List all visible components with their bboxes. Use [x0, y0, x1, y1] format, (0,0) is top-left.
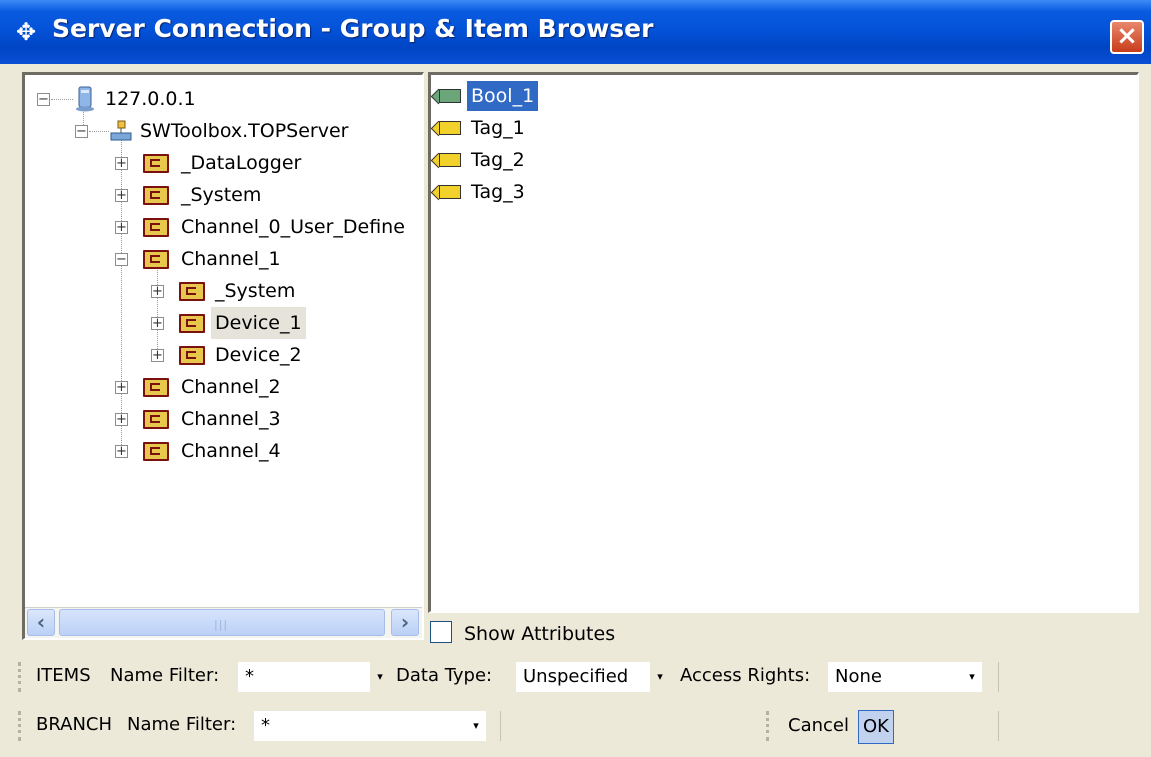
- toolbar-separator: [998, 711, 999, 741]
- expand-toggle[interactable]: +: [115, 221, 128, 234]
- tree-node-label: _System: [215, 280, 296, 302]
- expand-toggle[interactable]: +: [151, 349, 164, 362]
- collapse-toggle[interactable]: −: [115, 253, 128, 266]
- expand-toggle[interactable]: +: [115, 445, 128, 458]
- tag-icon: [431, 120, 463, 137]
- branch-tree: − 127.0.0.1 − SWToolbox.TOPServer + _Dat…: [25, 75, 422, 605]
- branch-name-filter-value: *: [261, 715, 270, 736]
- tree-node[interactable]: + _System: [25, 275, 415, 307]
- data-type-combo[interactable]: Unspecified: [516, 662, 650, 692]
- folder-icon: [143, 250, 169, 269]
- server-connection-icon: ✥: [15, 18, 37, 46]
- tree-node[interactable]: − Channel_1: [25, 243, 415, 275]
- window-title: Server Connection - Group & Item Browser: [52, 14, 654, 43]
- tag-icon: [431, 184, 463, 201]
- tree-node-label: 127.0.0.1: [105, 88, 196, 110]
- expand-toggle[interactable]: +: [151, 285, 164, 298]
- dialog-window: ✥ Server Connection - Group & Item Brows…: [0, 0, 1151, 757]
- show-attributes-checkbox[interactable]: [430, 621, 452, 643]
- tag-icon: [431, 152, 463, 169]
- item-label: Tag_3: [471, 181, 525, 203]
- collapse-toggle[interactable]: −: [75, 125, 88, 138]
- branch-filter-toolbar: BRANCH Name Filter: * ▾ Cancel OK: [18, 705, 1003, 746]
- tree-node[interactable]: + Device_1: [25, 307, 415, 339]
- scroll-grip-icon: |||: [214, 618, 229, 631]
- tree-node-label: Channel_0_User_Define: [181, 216, 405, 238]
- data-type-label: Data Type:: [396, 665, 493, 686]
- server-icon: [109, 119, 133, 143]
- computer-icon: [75, 86, 95, 112]
- folder-icon: [143, 378, 169, 397]
- folder-icon: [143, 410, 169, 429]
- folder-icon: [143, 218, 169, 237]
- items-name-filter-label: Name Filter:: [110, 665, 220, 686]
- chevron-down-icon[interactable]: ▾: [370, 662, 390, 692]
- folder-icon: [179, 346, 205, 365]
- expand-toggle[interactable]: +: [115, 413, 128, 426]
- expand-toggle[interactable]: +: [115, 381, 128, 394]
- scroll-left-button[interactable]: ‹: [27, 609, 55, 636]
- boolean-tag-icon: [431, 88, 463, 105]
- chevron-down-icon[interactable]: ▾: [650, 662, 670, 692]
- tree-node-label: SWToolbox.TOPServer: [140, 120, 349, 142]
- branch-section-label: BRANCH: [36, 714, 113, 735]
- tree-node-label: Channel_4: [181, 440, 281, 462]
- scroll-thumb[interactable]: |||: [59, 609, 385, 636]
- items-name-filter-value: *: [245, 666, 254, 687]
- folder-icon: [179, 282, 205, 301]
- items-section-label: ITEMS: [36, 665, 91, 686]
- access-rights-value: None: [835, 666, 882, 687]
- horizontal-scrollbar[interactable]: ‹ ||| ›: [25, 607, 422, 638]
- tree-node[interactable]: + Channel_0_User_Define: [25, 211, 415, 243]
- tree-node[interactable]: + _DataLogger: [25, 147, 415, 179]
- expand-toggle[interactable]: +: [151, 317, 164, 330]
- scroll-right-button[interactable]: ›: [391, 609, 419, 636]
- item-label-selected: Bool_1: [467, 81, 539, 111]
- tree-node[interactable]: − SWToolbox.TOPServer: [25, 115, 415, 147]
- tree-node-label: Channel_2: [181, 376, 281, 398]
- expand-toggle[interactable]: +: [115, 189, 128, 202]
- ok-button[interactable]: OK: [858, 710, 894, 744]
- tree-node-label: Channel_1: [181, 248, 281, 270]
- toolbar-separator: [998, 662, 999, 692]
- items-name-filter-combo[interactable]: *: [238, 662, 370, 692]
- tree-node-label: _DataLogger: [181, 152, 302, 174]
- tree-node-label: _System: [181, 184, 262, 206]
- toolbar-grip[interactable]: [18, 662, 24, 692]
- cancel-button[interactable]: Cancel: [784, 710, 853, 744]
- title-bar[interactable]: ✥ Server Connection - Group & Item Brows…: [0, 0, 1151, 64]
- folder-icon: [143, 186, 169, 205]
- close-button[interactable]: ×: [1110, 20, 1144, 54]
- tree-node[interactable]: + Channel_2: [25, 371, 415, 403]
- item-label: Tag_2: [471, 149, 525, 171]
- tree-node[interactable]: + _System: [25, 179, 415, 211]
- access-rights-label: Access Rights:: [680, 665, 811, 686]
- tree-node[interactable]: − 127.0.0.1: [25, 83, 415, 115]
- tree-node-label: Channel_3: [181, 408, 281, 430]
- tree-node[interactable]: + Device_2: [25, 339, 415, 371]
- toolbar-grip[interactable]: [18, 711, 24, 741]
- branch-name-filter-label: Name Filter:: [127, 714, 237, 735]
- collapse-toggle[interactable]: −: [37, 93, 50, 106]
- toolbar-grip[interactable]: [766, 711, 772, 741]
- item-label: Tag_1: [471, 117, 525, 139]
- folder-icon: [143, 442, 169, 461]
- chevron-down-icon[interactable]: ▾: [962, 662, 982, 692]
- tree-node[interactable]: + Channel_3: [25, 403, 415, 435]
- tree-node-label: Device_2: [215, 344, 302, 366]
- toolbar-separator: [500, 711, 501, 741]
- expand-toggle[interactable]: +: [115, 157, 128, 170]
- folder-icon: [143, 154, 169, 173]
- data-type-value: Unspecified: [523, 666, 629, 687]
- tree-node-label-selected: Device_1: [211, 307, 306, 339]
- access-rights-combo[interactable]: None: [828, 662, 962, 692]
- folder-icon: [179, 314, 205, 333]
- branch-name-filter-combo[interactable]: *: [254, 711, 466, 741]
- items-filter-toolbar: ITEMS Name Filter: * ▾ Data Type: Unspec…: [18, 656, 1003, 697]
- item-list-pane[interactable]: Bool_1 Tag_1 Tag_2 Tag_3: [428, 72, 1139, 613]
- show-attributes-label: Show Attributes: [464, 623, 616, 645]
- tree-node[interactable]: + Channel_4: [25, 435, 415, 467]
- chevron-down-icon[interactable]: ▾: [466, 711, 486, 741]
- branch-tree-pane[interactable]: − 127.0.0.1 − SWToolbox.TOPServer + _Dat…: [22, 72, 424, 640]
